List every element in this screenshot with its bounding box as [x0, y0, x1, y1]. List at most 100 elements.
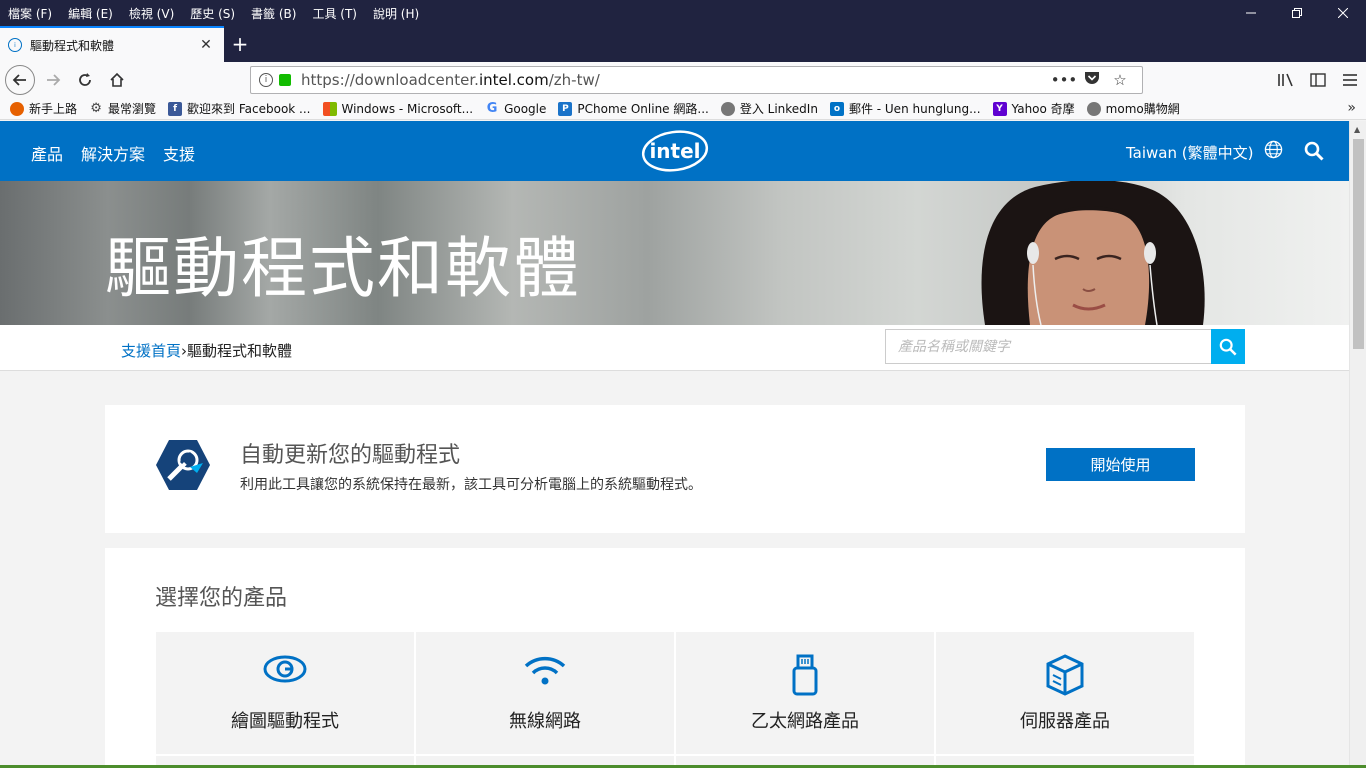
new-tab-button[interactable]: + [224, 26, 256, 62]
product-label-wireless: 無線網路 [509, 711, 581, 732]
wifi-icon [524, 656, 566, 685]
select-product-card: 選擇您的產品 繪圖驅動程式 無線網路 乙太網路產品 伺服器產品 [105, 548, 1245, 768]
nav-solutions[interactable]: 解決方案 [81, 141, 145, 165]
product-tile-server[interactable]: 伺服器產品 [936, 632, 1194, 754]
scroll-up-icon[interactable]: ▲ [1354, 125, 1360, 134]
breadcrumb: 支援首頁›驅動程式和軟體 [121, 340, 292, 361]
product-search [885, 329, 1245, 364]
forward-button[interactable] [37, 64, 69, 96]
close-window-icon[interactable] [1320, 0, 1366, 26]
intel-favicon-icon: i [8, 38, 22, 52]
get-started-button[interactable]: 開始使用 [1046, 448, 1195, 481]
globe-icon [1086, 101, 1101, 116]
info-icon[interactable]: i [259, 73, 273, 87]
driver-update-card: 自動更新您的驅動程式 利用此工具讓您的系統保持在最新，該工具可分析電腦上的系統驅… [105, 405, 1245, 533]
globe-icon[interactable] [1264, 140, 1283, 159]
breadcrumb-bar: 支援首頁›驅動程式和軟體 [0, 325, 1349, 371]
outlook-icon: o [829, 101, 844, 116]
bookmark-most-visited[interactable]: ⚙ 最常瀏覽 [89, 100, 156, 117]
breadcrumb-current: 驅動程式和軟體 [187, 342, 293, 360]
hamburger-menu-icon[interactable] [1334, 64, 1366, 96]
hero-banner: 驅動程式和軟體 [0, 181, 1349, 325]
menu-help[interactable]: 說明 (H) [365, 5, 427, 22]
update-card-description: 利用此工具讓您的系統保持在最新，該工具可分析電腦上的系統驅動程式。 [240, 477, 702, 493]
reload-icon [79, 73, 91, 86]
library-icon[interactable] [1270, 64, 1302, 96]
minimize-icon[interactable] [1228, 0, 1274, 26]
tab-bar: i 驅動程式和軟體 ✕ + [0, 26, 1366, 62]
select-product-heading: 選擇您的產品 [155, 586, 288, 611]
product-search-button[interactable] [1211, 329, 1245, 364]
search-icon [1219, 338, 1237, 356]
back-arrow-icon [12, 74, 26, 86]
product-tile-graphics[interactable]: 繪圖驅動程式 [156, 632, 414, 754]
gear-icon: ⚙ [90, 101, 102, 116]
hero-title: 驅動程式和軟體 [105, 230, 581, 307]
bookmark-yahoo[interactable]: Y Yahoo 奇摩 [992, 100, 1075, 117]
page-actions-icon[interactable]: ••• [1050, 71, 1078, 89]
graphics-eye-icon [263, 655, 307, 683]
restore-icon[interactable] [1274, 0, 1320, 26]
hero-person-image [981, 181, 1205, 325]
menu-tools[interactable]: 工具 (T) [304, 5, 365, 22]
bookmark-getting-started[interactable]: 新手上路 [10, 100, 77, 117]
bookmark-outlook[interactable]: o 郵件 - Uen hunglung... [829, 100, 981, 117]
bookmark-linkedin[interactable]: 登入 LinkedIn [720, 100, 818, 117]
server-cube-icon [1046, 654, 1084, 696]
bookmark-momo[interactable]: momo購物網 [1086, 100, 1180, 117]
toolbar-right [1270, 64, 1366, 96]
product-search-input[interactable] [885, 329, 1211, 364]
menu-file[interactable]: 檔案 (F) [0, 5, 60, 22]
reload-button[interactable] [69, 64, 101, 96]
product-tile-ethernet[interactable]: 乙太網路產品 [676, 632, 934, 754]
lock-icon[interactable] [279, 74, 291, 86]
nav-products[interactable]: 產品 [31, 141, 63, 165]
page-scrollbar[interactable]: ▲ [1349, 121, 1366, 768]
address-bar[interactable]: i https://downloadcenter.intel.com/zh-tw… [250, 66, 1143, 94]
window-controls [1228, 0, 1366, 26]
menu-view[interactable]: 檢視 (V) [121, 5, 182, 22]
breadcrumb-support-home[interactable]: 支援首頁 [121, 342, 181, 360]
bookmark-windows[interactable]: Windows - Microsoft... [322, 101, 473, 116]
bookmark-google[interactable]: G Google [485, 101, 547, 116]
url-text[interactable]: https://downloadcenter.intel.com/zh-tw/ [301, 71, 1050, 89]
driver-support-assistant-icon [156, 440, 210, 490]
product-label-server: 伺服器產品 [1020, 711, 1110, 732]
region-selector[interactable]: Taiwan (繁體中文) [1126, 142, 1253, 163]
tab-drivers[interactable]: i 驅動程式和軟體 ✕ [0, 26, 224, 62]
search-icon[interactable] [1304, 141, 1324, 161]
product-label-ethernet: 乙太網路產品 [751, 711, 859, 732]
page-viewport: 產品 解決方案 支援 intel Taiwan (繁體中文) 驅動程式和軟體 支… [0, 121, 1349, 768]
bookmarks-toolbar: 新手上路 ⚙ 最常瀏覽 f 歡迎來到 Facebook ... Windows … [0, 98, 1366, 120]
update-card-title: 自動更新您的驅動程式 [240, 443, 461, 468]
home-icon [110, 72, 124, 87]
menu-history[interactable]: 歷史 (S) [182, 5, 243, 22]
site-header: 產品 解決方案 支援 intel Taiwan (繁體中文) [0, 121, 1349, 181]
tab-close-icon[interactable]: ✕ [196, 37, 216, 53]
product-tile-wireless[interactable]: 無線網路 [416, 632, 674, 754]
back-button[interactable] [5, 65, 35, 95]
menu-bookmarks[interactable]: 書籤 (B) [243, 5, 304, 22]
sidebar-icon[interactable] [1302, 64, 1334, 96]
site-nav: 產品 解決方案 支援 [31, 141, 213, 165]
bookmark-star-icon[interactable]: ☆ [1106, 71, 1134, 89]
firefox-icon [10, 101, 24, 116]
menu-bar: 檔案 (F) 編輯 (E) 檢視 (V) 歷史 (S) 書籤 (B) 工具 (T… [0, 0, 1366, 26]
tab-title: 驅動程式和軟體 [30, 38, 115, 53]
bookmark-facebook[interactable]: f 歡迎來到 Facebook ... [168, 100, 311, 117]
menu-edit[interactable]: 編輯 (E) [60, 5, 121, 22]
home-button[interactable] [101, 64, 133, 96]
svg-text:intel: intel [649, 139, 700, 163]
nav-support[interactable]: 支援 [163, 141, 195, 165]
bookmarks-overflow-icon[interactable]: » [1347, 100, 1356, 116]
yahoo-icon: Y [992, 101, 1007, 116]
forward-arrow-icon [47, 74, 61, 86]
windows-icon [322, 101, 337, 116]
facebook-icon: f [168, 101, 183, 116]
globe-icon [720, 101, 735, 116]
ethernet-plug-icon [792, 654, 818, 696]
bookmark-pchome[interactable]: P PChome Online 網路... [558, 100, 709, 117]
intel-logo[interactable]: intel [641, 129, 709, 173]
scrollbar-thumb[interactable] [1353, 139, 1364, 349]
pocket-icon[interactable] [1078, 71, 1106, 89]
